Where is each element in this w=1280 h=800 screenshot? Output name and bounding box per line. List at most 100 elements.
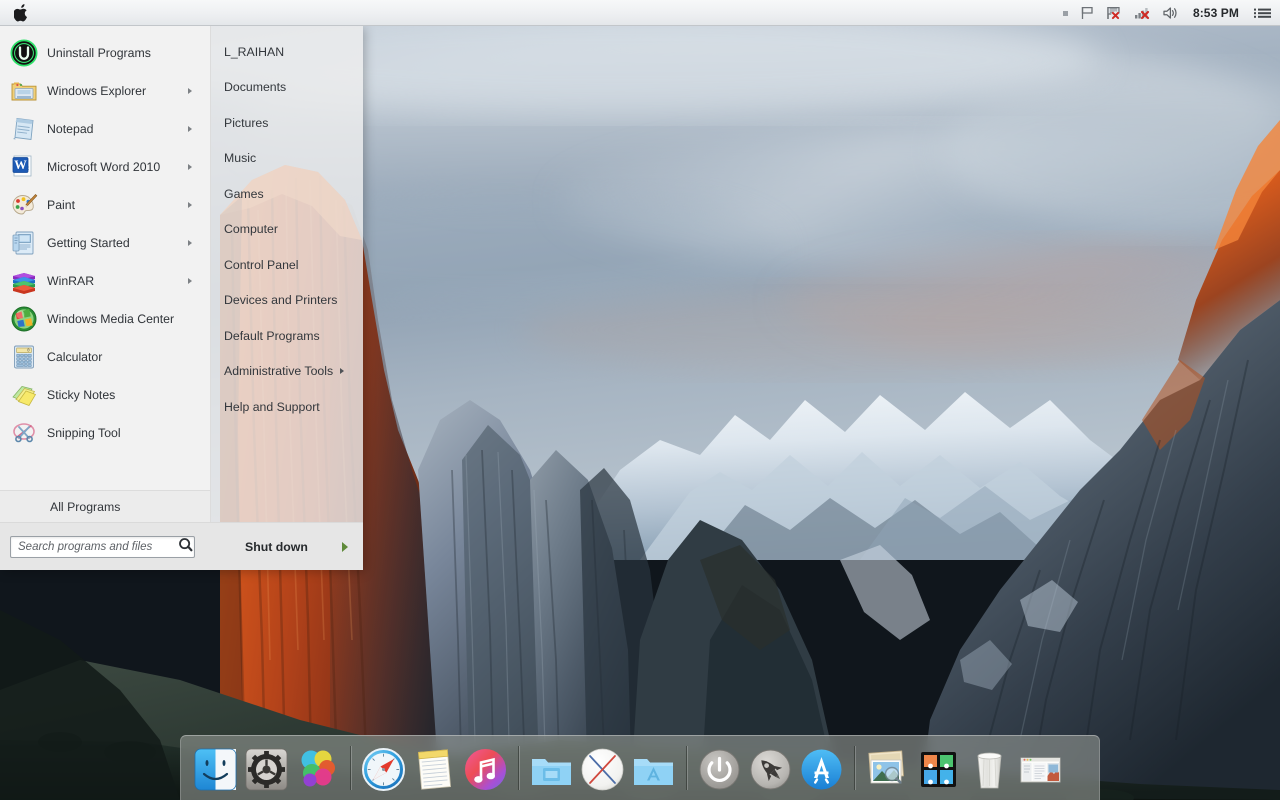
- calculator-icon: 0: [10, 343, 38, 371]
- program-label: Calculator: [47, 350, 103, 364]
- svg-text:W: W: [14, 158, 27, 172]
- shut-down-button[interactable]: Shut down: [239, 534, 314, 560]
- submenu-arrow-icon: [188, 88, 192, 94]
- start-menu-link-computer[interactable]: Computer: [211, 212, 363, 248]
- word-icon: W: [10, 153, 38, 181]
- search-input[interactable]: [11, 540, 178, 553]
- search-box[interactable]: [10, 535, 195, 558]
- start-menu-body: Uninstall Programs Windows Explorer Note…: [0, 26, 363, 522]
- program-item-calculator[interactable]: 0 Calculator: [0, 338, 210, 376]
- program-item-getting-started[interactable]: Getting Started: [0, 224, 210, 262]
- program-label: Microsoft Word 2010: [47, 160, 161, 174]
- apple-logo-icon[interactable]: [14, 3, 29, 22]
- all-programs-button[interactable]: All Programs: [0, 490, 210, 522]
- volume-icon[interactable]: [1162, 5, 1179, 21]
- dot-indicator-icon[interactable]: [1062, 5, 1069, 21]
- program-item-sticky-notes[interactable]: Sticky Notes: [0, 376, 210, 414]
- dock-item-mission-control[interactable]: [914, 744, 963, 793]
- start-menu-link-l-raihan[interactable]: L_RAIHAN: [211, 34, 363, 70]
- window-thumbnail-icon: [1020, 757, 1061, 782]
- menubar-status-group: 8:53 PM: [1062, 5, 1280, 21]
- program-item-windows-explorer[interactable]: Windows Explorer: [0, 72, 210, 110]
- dock-item-itunes[interactable]: [461, 744, 510, 793]
- flag-icon[interactable]: [1080, 5, 1095, 21]
- color-circles-icon: [301, 750, 335, 786]
- dock-item-applications-folder[interactable]: [629, 744, 678, 793]
- network-icon[interactable]: [1134, 5, 1151, 21]
- dock-separator-4: [854, 746, 855, 790]
- getting-started-icon: [10, 229, 38, 257]
- dock-separator-2: [518, 746, 519, 790]
- dock-item-finder[interactable]: [191, 744, 240, 793]
- dock-item-photos[interactable]: [293, 744, 342, 793]
- menubar-left-group: [0, 3, 29, 22]
- paint-palette-icon: [10, 191, 38, 219]
- start-menu-link-control-panel[interactable]: Control Panel: [211, 247, 363, 283]
- start-menu-link-music[interactable]: Music: [211, 141, 363, 177]
- program-label: Uninstall Programs: [47, 46, 151, 60]
- action-center-icon[interactable]: [1106, 5, 1123, 21]
- program-item-paint[interactable]: Paint: [0, 186, 210, 224]
- dock-item-trash[interactable]: [965, 744, 1014, 793]
- program-item-snipping-tool[interactable]: Snipping Tool: [0, 414, 210, 452]
- dock-item-preview[interactable]: [863, 744, 912, 793]
- start-menu-link-help-and-support[interactable]: Help and Support: [211, 389, 363, 425]
- blue-folder-icon: [532, 758, 571, 785]
- link-label: Administrative Tools: [224, 364, 334, 379]
- windows-start-menu: Uninstall Programs Windows Explorer Note…: [0, 26, 363, 570]
- link-label: Help and Support: [224, 399, 320, 414]
- dock-item-launchpad[interactable]: [746, 744, 795, 793]
- compass-icon: [362, 747, 405, 791]
- notification-center-icon[interactable]: [1253, 5, 1272, 21]
- dock-item-documents-folder[interactable]: [527, 744, 576, 793]
- link-label: Control Panel: [224, 257, 299, 272]
- program-item-microsoft-word-2010[interactable]: W Microsoft Word 2010: [0, 148, 210, 186]
- rocket-icon: [750, 749, 791, 789]
- x-circle-icon: [581, 748, 624, 790]
- start-menu-link-devices-and-printers[interactable]: Devices and Printers: [211, 283, 363, 319]
- start-menu-link-documents[interactable]: Documents: [211, 70, 363, 106]
- start-menu-link-default-programs[interactable]: Default Programs: [211, 318, 363, 354]
- submenu-arrow-icon: [340, 368, 345, 375]
- start-menu-footer: Shut down: [0, 522, 363, 570]
- program-label: Paint: [47, 198, 76, 212]
- blue-folder-a-icon: [634, 758, 673, 785]
- program-label: Sticky Notes: [47, 388, 116, 402]
- link-label: Default Programs: [224, 328, 320, 343]
- program-item-winrar[interactable]: WinRAR: [0, 262, 210, 300]
- snipping-scissors-icon: [10, 419, 38, 447]
- link-label: Devices and Printers: [224, 293, 338, 308]
- dock-item-power[interactable]: [695, 744, 744, 793]
- program-label: Windows Explorer: [47, 84, 147, 98]
- program-item-windows-media-center[interactable]: Windows Media Center: [0, 300, 210, 338]
- winrar-books-icon: [10, 267, 38, 295]
- program-item-uninstall-programs[interactable]: Uninstall Programs: [0, 34, 210, 72]
- start-menu-link-pictures[interactable]: Pictures: [211, 105, 363, 141]
- program-label: Getting Started: [47, 236, 130, 250]
- macos-menu-bar: 8:53 PM: [0, 0, 1280, 26]
- menubar-clock[interactable]: 8:53 PM: [1190, 6, 1242, 20]
- link-label: Games: [224, 186, 264, 201]
- dock-item-document-preview[interactable]: [1016, 744, 1065, 793]
- program-label: Notepad: [47, 122, 94, 136]
- macos-dock: [180, 735, 1100, 800]
- iobit-uninstaller-icon: [10, 39, 38, 67]
- link-label: Documents: [224, 80, 287, 95]
- search-magnifier-icon[interactable]: [178, 537, 193, 557]
- music-note-icon: [465, 748, 506, 790]
- dock-item-notes[interactable]: [410, 744, 459, 793]
- dock-item-app-store[interactable]: [797, 744, 846, 793]
- dock-item-safari[interactable]: [359, 744, 408, 793]
- power-button-icon: [699, 749, 740, 789]
- link-label: L_RAIHAN: [224, 44, 285, 59]
- submenu-arrow-icon: [188, 126, 192, 132]
- shut-down-options-arrow-icon[interactable]: [336, 536, 354, 558]
- program-label: Snipping Tool: [47, 426, 121, 440]
- start-menu-link-administrative-tools[interactable]: Administrative Tools: [211, 354, 363, 390]
- dock-item-os-x-installer[interactable]: [578, 744, 627, 793]
- dock-item-system-preferences[interactable]: [242, 744, 291, 793]
- all-programs-label: All Programs: [50, 499, 121, 514]
- program-item-notepad[interactable]: Notepad: [0, 110, 210, 148]
- sticky-notes-icon: [10, 381, 38, 409]
- start-menu-link-games[interactable]: Games: [211, 176, 363, 212]
